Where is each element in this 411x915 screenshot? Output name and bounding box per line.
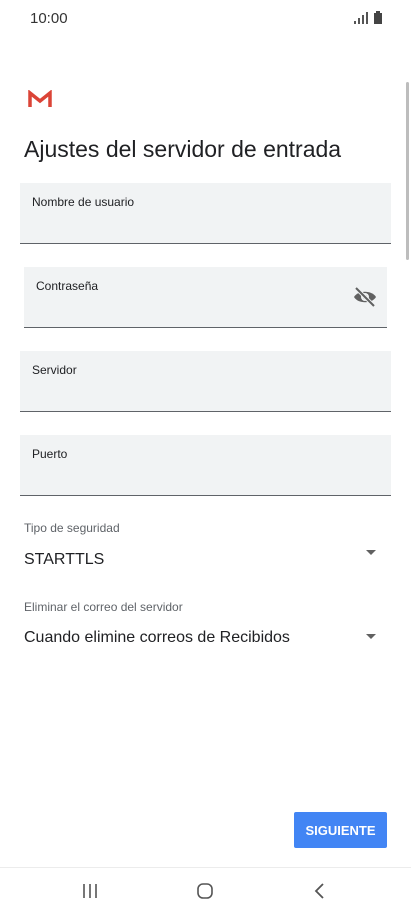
delete-mail-value: Cuando elimine correos de Recibidos bbox=[24, 629, 290, 646]
security-type-select[interactable]: Tipo de seguridad STARTTLS bbox=[20, 515, 391, 575]
scrollbar[interactable] bbox=[406, 82, 409, 260]
server-field[interactable]: Servidor bbox=[20, 351, 391, 412]
chevron-down-icon bbox=[366, 550, 376, 555]
signal-icon bbox=[354, 12, 368, 24]
chevron-down-icon bbox=[366, 634, 376, 639]
port-field[interactable]: Puerto bbox=[20, 435, 391, 496]
back-icon[interactable] bbox=[300, 878, 340, 904]
page-title: Ajustes del servidor de entrada bbox=[24, 136, 342, 162]
username-field[interactable]: Nombre de usuario bbox=[20, 183, 391, 244]
delete-mail-label: Eliminar el correo del servidor bbox=[24, 600, 183, 614]
navigation-bar bbox=[0, 867, 411, 915]
status-bar: 10:00 bbox=[0, 0, 411, 40]
security-type-label: Tipo de seguridad bbox=[24, 521, 120, 535]
security-type-value: STARTTLS bbox=[24, 551, 105, 568]
battery-icon bbox=[374, 11, 382, 24]
delete-mail-select[interactable]: Eliminar el correo del servidor Cuando e… bbox=[20, 594, 391, 654]
port-label: Puerto bbox=[32, 447, 68, 461]
server-label: Servidor bbox=[32, 363, 77, 377]
password-label: Contraseña bbox=[36, 279, 99, 293]
gmail-logo-icon bbox=[28, 90, 52, 107]
password-field[interactable]: Contraseña bbox=[24, 267, 387, 328]
visibility-off-icon[interactable] bbox=[353, 287, 377, 307]
username-label: Nombre de usuario bbox=[32, 195, 135, 209]
status-time: 10:00 bbox=[30, 10, 68, 27]
recent-apps-icon[interactable] bbox=[70, 878, 110, 904]
home-icon[interactable] bbox=[185, 878, 225, 904]
next-button[interactable]: SIGUIENTE bbox=[294, 812, 387, 848]
